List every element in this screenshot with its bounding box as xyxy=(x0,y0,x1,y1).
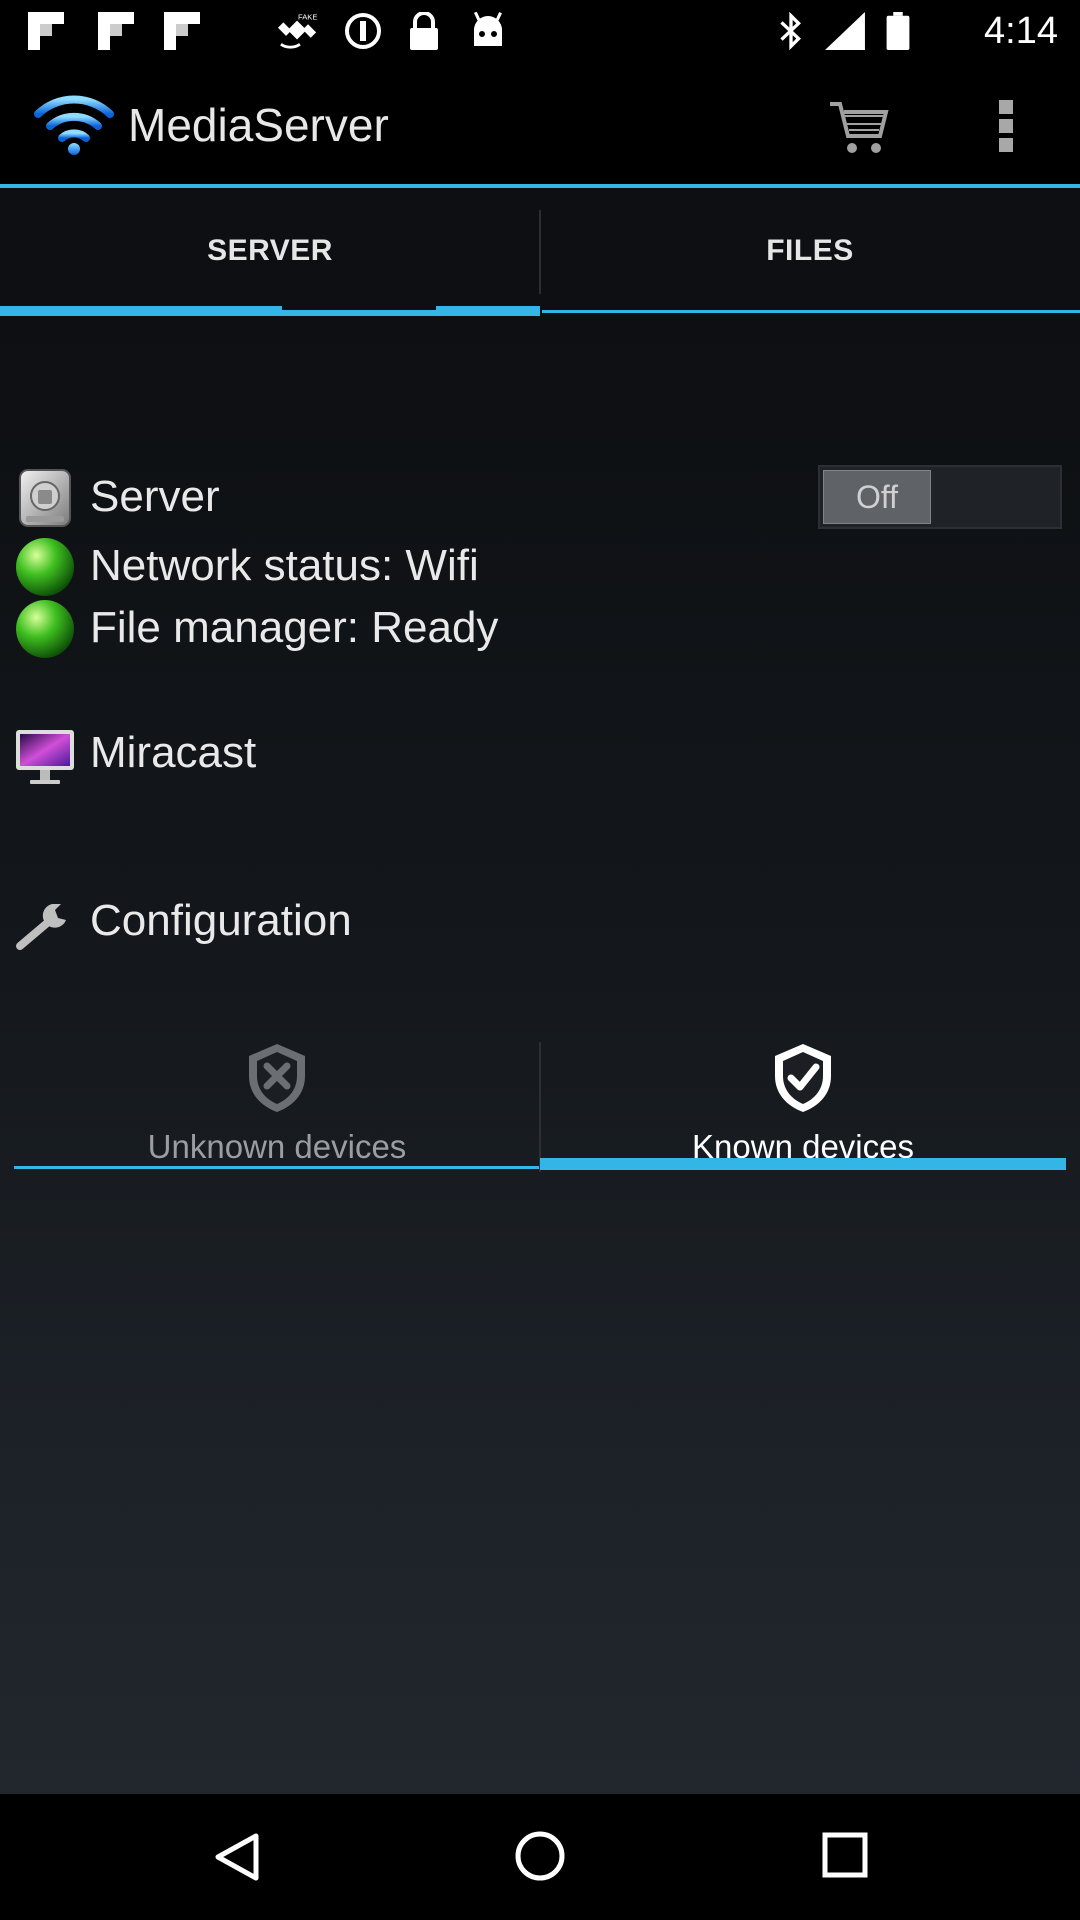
file-manager-status-icon xyxy=(16,600,74,658)
unknown-devices-indicator xyxy=(14,1166,540,1169)
unknown-devices-label: Unknown devices xyxy=(147,1128,407,1165)
miracast-label[interactable]: Miracast xyxy=(90,728,256,778)
navigation-bar xyxy=(0,1794,1080,1920)
shield-check-icon xyxy=(775,1044,831,1112)
tab-files-label: FILES xyxy=(766,234,854,267)
overflow-menu-icon[interactable] xyxy=(996,98,1018,154)
home-icon[interactable] xyxy=(514,1830,566,1882)
android-icon xyxy=(473,12,502,46)
tab-known-devices[interactable]: Known devices xyxy=(540,1024,1066,1170)
battery-icon xyxy=(886,12,910,50)
status-bar: FAKE 4:14 xyxy=(0,0,1080,62)
wifi-icon[interactable] xyxy=(34,92,114,156)
network-status-label: Network status: Wifi xyxy=(90,541,479,590)
tab-server-label: SERVER xyxy=(207,234,333,267)
file-manager-label: File manager: Ready xyxy=(90,603,499,652)
main-tabs: SERVER FILES xyxy=(0,188,1080,316)
network-status-icon xyxy=(16,538,74,596)
server-drive-icon xyxy=(19,469,71,527)
app-title: MediaServer xyxy=(128,99,389,151)
sync-icon xyxy=(345,13,381,49)
tab-server[interactable]: SERVER xyxy=(0,188,540,316)
tab-files[interactable]: FILES xyxy=(540,188,1080,316)
bluetooth-icon xyxy=(780,12,801,50)
flipboard-icon xyxy=(98,12,134,50)
tab-unknown-devices[interactable]: Unknown devices xyxy=(14,1024,540,1170)
lock-icon xyxy=(410,12,438,50)
signal-icon xyxy=(825,12,865,50)
flipboard-icon xyxy=(164,12,200,50)
tab-server-indicator xyxy=(0,306,540,316)
server-toggle-knob: Off xyxy=(823,470,931,524)
svg-text:FAKE: FAKE xyxy=(298,13,317,22)
tab-server-indicator-notch xyxy=(282,306,436,310)
server-label: Server xyxy=(90,472,220,521)
server-toggle[interactable]: Off xyxy=(818,465,1062,529)
cart-icon[interactable] xyxy=(828,98,890,156)
back-icon[interactable] xyxy=(212,1832,260,1882)
shield-x-icon xyxy=(249,1044,305,1112)
known-devices-indicator xyxy=(540,1158,1066,1170)
device-tabs: Unknown devices Known devices xyxy=(14,1024,1066,1172)
fake-gps-icon: FAKE xyxy=(277,13,317,49)
action-bar: MediaServer xyxy=(0,62,1080,188)
tab-files-indicator xyxy=(542,310,1080,313)
flipboard-icon xyxy=(28,12,64,50)
recents-icon[interactable] xyxy=(822,1832,868,1878)
monitor-icon xyxy=(16,730,74,784)
server-panel: Server Off Network status: Wifi File man… xyxy=(0,316,1080,1794)
configuration-label[interactable]: Configuration xyxy=(90,896,352,946)
clock: 4:14 xyxy=(984,10,1058,52)
wrench-icon xyxy=(16,904,66,950)
